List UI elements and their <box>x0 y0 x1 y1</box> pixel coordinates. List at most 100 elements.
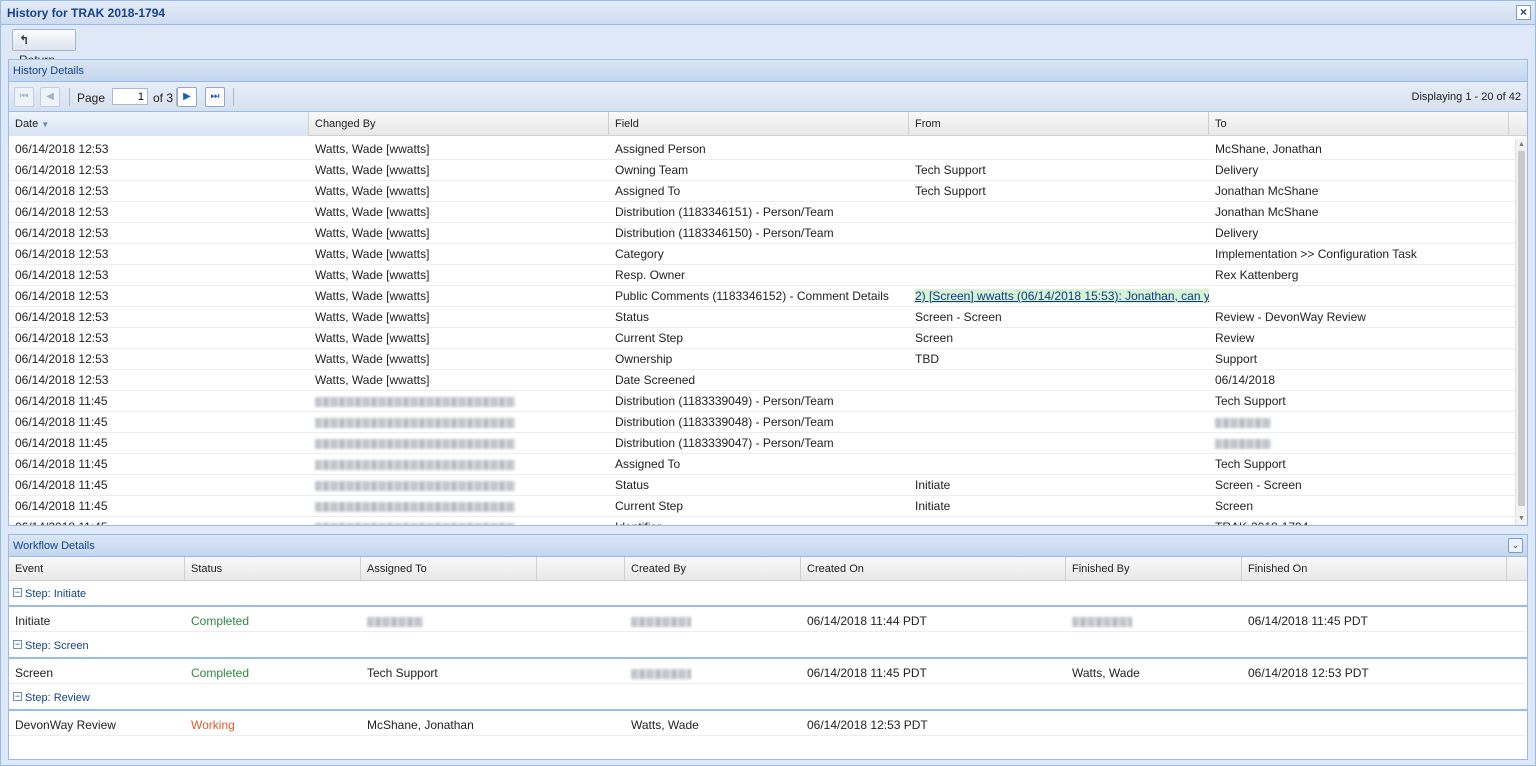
table-cell-date: 06/14/2018 12:53 <box>15 289 109 303</box>
comment-link[interactable]: 2) [Screen] wwatts (06/14/2018 15:53): J… <box>915 289 1209 303</box>
table-cell-from: Tech Support <box>915 163 986 177</box>
table-cell-from <box>909 412 1209 433</box>
table-cell-field: Distribution (1183339048) - Person/Team <box>615 415 834 429</box>
scroll-up-icon[interactable]: ▲ <box>1516 140 1527 150</box>
table-cell-changed-by: Watts, Wade [wwatts] <box>315 268 430 282</box>
workflow-panel-header: Workflow Details ⌄ <box>9 535 1527 557</box>
table-cell-changed-by <box>309 475 609 496</box>
table-row[interactable]: 06/14/2018 11:45 Assigned To Tech Support <box>9 454 1515 475</box>
table-row[interactable]: DevonWay Review Working McShane, Jonathan W… <box>9 715 1525 736</box>
redacted-text <box>315 438 515 449</box>
table-cell-date: 06/14/2018 12:53 <box>15 205 109 219</box>
table-row[interactable]: 06/14/2018 12:53 Watts, Wade [wwatts] Resp… <box>9 265 1515 286</box>
column-header-changed-by[interactable]: Changed By <box>309 112 609 136</box>
table-row[interactable]: 06/14/2018 11:45 Distribution (1183339049… <box>9 391 1515 412</box>
column-header-to[interactable]: To <box>1209 112 1509 136</box>
redacted-text <box>315 522 515 525</box>
last-page-icon[interactable]: ⏭ <box>205 87 225 107</box>
table-row[interactable]: 06/14/2018 12:53 Watts, Wade [wwatts] Dist… <box>9 223 1515 244</box>
collapse-group-icon[interactable]: − <box>13 588 22 597</box>
table-row[interactable]: 06/14/2018 12:53 Watts, Wade [wwatts] Assi… <box>9 139 1515 160</box>
table-cell-to: Rex Kattenberg <box>1215 268 1299 282</box>
redacted-text <box>1215 417 1271 428</box>
close-icon[interactable]: × <box>1516 5 1531 20</box>
table-cell-changed-by: Watts, Wade [wwatts] <box>315 247 430 261</box>
table-cell-from: TBD <box>915 352 939 366</box>
column-header-created-by[interactable]: Created By <box>625 557 801 581</box>
table-row[interactable]: 06/14/2018 12:53 Watts, Wade [wwatts] Owni… <box>9 160 1515 181</box>
table-cell-field: Ownership <box>615 352 673 366</box>
table-cell-to: Tech Support <box>1215 457 1286 471</box>
table-row[interactable]: 06/14/2018 11:45 Identifier TRAK-2018-1794 <box>9 517 1515 525</box>
table-cell-to: 06/14/2018 <box>1215 373 1276 387</box>
step-group-header[interactable]: − Step: Review <box>9 685 1527 711</box>
table-row[interactable]: 06/14/2018 11:45 Distribution (1183339048… <box>9 412 1515 433</box>
table-row[interactable]: 06/14/2018 11:45 Status Initiate Screen - S… <box>9 475 1515 496</box>
table-row[interactable]: 06/14/2018 12:53 Watts, Wade [wwatts] Dist… <box>9 202 1515 223</box>
table-row[interactable]: Initiate Completed 06/14/2018 11:44 PDT 06/… <box>9 611 1525 632</box>
table-cell-changed-by <box>309 433 609 454</box>
next-page-icon[interactable]: ▶ <box>177 87 197 107</box>
column-header-field[interactable]: Field <box>609 112 909 136</box>
table-cell-changed-by: Watts, Wade [wwatts] <box>315 310 430 324</box>
table-cell-from <box>909 454 1209 475</box>
history-scrollbar[interactable]: ▲ ▼ <box>1515 139 1527 525</box>
table-row[interactable]: 06/14/2018 12:53 Watts, Wade [wwatts] Publ… <box>9 286 1515 307</box>
table-cell-from: Screen - Screen <box>915 310 1002 324</box>
column-header-finished-on[interactable]: Finished On <box>1242 557 1507 581</box>
table-cell-changed-by: Watts, Wade [wwatts] <box>315 352 430 366</box>
column-header-status[interactable]: Status <box>185 557 361 581</box>
return-button[interactable]: ↰ Return <box>12 29 76 67</box>
table-cell-field: Status <box>615 478 650 492</box>
first-page-icon[interactable]: ⏮ <box>14 87 34 107</box>
table-cell-from <box>909 223 1209 244</box>
table-cell-date: 06/14/2018 12:53 <box>15 268 109 282</box>
column-header-finished-by[interactable]: Finished By <box>1066 557 1242 581</box>
column-header-assigned-to[interactable]: Assigned To <box>361 557 537 581</box>
step-group-label: Step: Initiate <box>25 588 87 600</box>
prev-page-icon[interactable]: ◀ <box>40 87 60 107</box>
table-cell-created-on: 06/14/2018 11:45 PDT <box>807 666 927 680</box>
column-header-event[interactable]: Event <box>9 557 185 581</box>
column-header-blank[interactable] <box>537 557 625 581</box>
collapse-group-icon[interactable]: − <box>13 640 22 649</box>
step-group-header[interactable]: − Step: Initiate <box>9 581 1527 607</box>
table-row[interactable]: 06/14/2018 11:45 Distribution (1183339047… <box>9 433 1515 454</box>
table-row[interactable]: 06/14/2018 12:53 Watts, Wade [wwatts] Curr… <box>9 328 1515 349</box>
table-cell-date: 06/14/2018 11:45 <box>15 478 108 492</box>
table-row[interactable]: 06/14/2018 12:53 Watts, Wade [wwatts] Stat… <box>9 307 1515 328</box>
table-cell-field: Assigned Person <box>615 142 706 156</box>
step-group-header[interactable]: − Step: Screen <box>9 633 1527 659</box>
collapse-group-icon[interactable]: − <box>13 692 22 701</box>
scrollbar-thumb[interactable] <box>1518 151 1525 506</box>
table-cell-date: 06/14/2018 12:53 <box>15 247 109 261</box>
table-cell-date: 06/14/2018 11:45 <box>15 394 108 408</box>
table-row[interactable]: 06/14/2018 11:45 Current Step Initiate Scre… <box>9 496 1515 517</box>
table-cell-date: 06/14/2018 12:53 <box>15 184 109 198</box>
history-panel-header: History Details <box>9 60 1527 82</box>
table-cell-field: Distribution (1183339047) - Person/Team <box>615 436 834 450</box>
displaying-count: Displaying 1 - 20 of 42 <box>1411 91 1521 103</box>
table-cell-changed-by: Watts, Wade [wwatts] <box>315 373 430 387</box>
table-row[interactable]: 06/14/2018 12:53 Watts, Wade [wwatts] Assi… <box>9 181 1515 202</box>
table-cell-to: Screen - Screen <box>1215 478 1302 492</box>
workflow-panel-title: Workflow Details <box>13 540 95 552</box>
table-cell-created-by: Watts, Wade <box>631 718 699 732</box>
table-row[interactable]: Screen Completed Tech Support 06/14/2018 11… <box>9 663 1525 684</box>
table-cell-field: Date Screened <box>615 373 696 387</box>
table-cell-finished-by: Watts, Wade <box>1072 666 1140 680</box>
table-cell-to: Review <box>1215 331 1255 345</box>
redacted-text <box>1215 438 1271 449</box>
table-cell-field: Resp. Owner <box>615 268 686 282</box>
table-row[interactable]: 06/14/2018 12:53 Watts, Wade [wwatts] Cate… <box>9 244 1515 265</box>
scroll-down-icon[interactable]: ▼ <box>1516 514 1527 524</box>
table-row[interactable]: 06/14/2018 12:53 Watts, Wade [wwatts] Owne… <box>9 349 1515 370</box>
collapse-icon[interactable]: ⌄ <box>1508 538 1523 553</box>
table-cell-date: 06/14/2018 12:53 <box>15 163 109 177</box>
table-cell-from: Initiate <box>915 478 951 492</box>
column-header-date[interactable]: Date ▼ <box>9 112 309 136</box>
table-row[interactable]: 06/14/2018 12:53 Watts, Wade [wwatts] Date… <box>9 370 1515 391</box>
column-header-from[interactable]: From <box>909 112 1209 136</box>
page-number-input[interactable] <box>112 88 148 105</box>
column-header-created-on[interactable]: Created On <box>801 557 1066 581</box>
